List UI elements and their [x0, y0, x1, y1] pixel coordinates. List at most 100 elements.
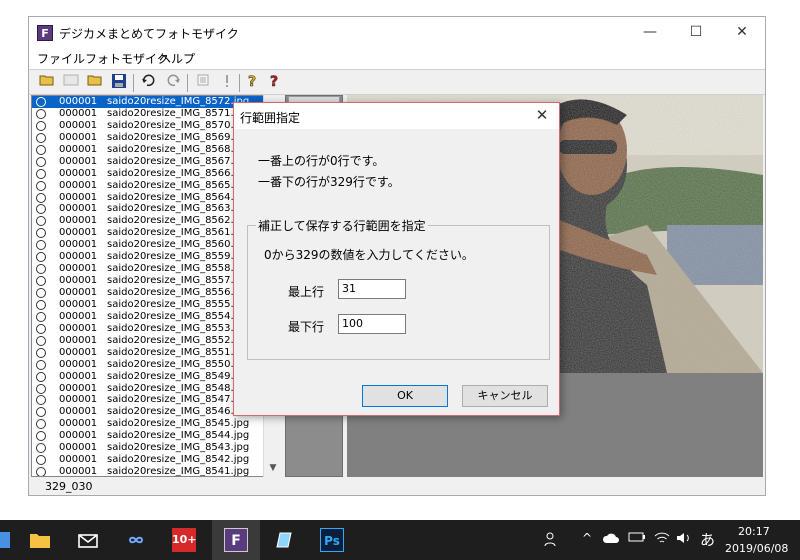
- exclamation-icon[interactable]: [217, 73, 237, 93]
- radio-icon[interactable]: [36, 168, 46, 179]
- radio-icon[interactable]: [36, 443, 46, 454]
- radio-icon[interactable]: [36, 252, 46, 263]
- menu-photomosaic[interactable]: フォトモザイク: [85, 50, 169, 67]
- radio-icon[interactable]: [36, 204, 46, 215]
- ime-indicator[interactable]: あ: [700, 529, 715, 550]
- file-explorer-icon[interactable]: [16, 520, 64, 560]
- toolbar-separator: [239, 74, 240, 92]
- maximize-button[interactable]: ☐: [673, 17, 719, 47]
- file-name: saido20resize_IMG_8547.jpg: [107, 394, 250, 406]
- menu-help[interactable]: ヘルプ: [159, 50, 195, 67]
- radio-icon[interactable]: [36, 276, 46, 287]
- radio-icon[interactable]: [36, 108, 46, 119]
- file-number: 000001: [59, 466, 98, 477]
- radio-icon[interactable]: [36, 419, 46, 430]
- wifi-icon[interactable]: [654, 531, 670, 548]
- file-number: 000001: [59, 275, 98, 287]
- open-folder-icon[interactable]: [37, 73, 57, 93]
- cloud-icon[interactable]: [602, 531, 620, 548]
- file-name: saido20resize_IMG_8557.jpg: [107, 275, 250, 287]
- radio-icon[interactable]: [36, 144, 46, 155]
- status-text: 329_030: [45, 480, 93, 493]
- people-icon[interactable]: [544, 531, 560, 550]
- radio-icon[interactable]: [36, 156, 46, 167]
- radio-icon[interactable]: [36, 395, 46, 406]
- redo-icon[interactable]: [163, 73, 183, 93]
- minimize-button[interactable]: —: [627, 17, 673, 47]
- save-icon[interactable]: [109, 73, 129, 93]
- help-icon[interactable]: ?: [243, 73, 263, 93]
- file-list-item[interactable]: 000001 saido20resize_IMG_8544.jpg: [32, 430, 280, 442]
- tablet-app-icon[interactable]: [260, 520, 308, 560]
- radio-icon[interactable]: [36, 132, 46, 143]
- mail-icon[interactable]: [64, 520, 112, 560]
- top-row-input[interactable]: 31: [338, 279, 406, 299]
- photomosaic-app-icon[interactable]: F: [212, 520, 260, 560]
- menu-file[interactable]: ファイル: [37, 50, 85, 67]
- bottom-row-input[interactable]: 100: [338, 314, 406, 334]
- dialog-close-icon[interactable]: ✕: [533, 106, 551, 124]
- infinity-icon[interactable]: [112, 520, 160, 560]
- file-list-item[interactable]: 000001 saido20resize_IMG_8541.jpg: [32, 466, 280, 477]
- file-number: 000001: [59, 358, 98, 370]
- radio-icon[interactable]: [36, 467, 46, 476]
- radio-icon[interactable]: [36, 359, 46, 370]
- dialog-title-bar[interactable]: 行範囲指定 ✕: [234, 103, 559, 129]
- volume-icon[interactable]: [676, 531, 692, 548]
- file-name: saido20resize_IMG_8545.jpg: [107, 418, 250, 430]
- radio-icon[interactable]: [36, 180, 46, 191]
- file-list-item[interactable]: 000001 saido20resize_IMG_8543.jpg: [32, 442, 280, 454]
- scroll-down-icon[interactable]: ▼: [264, 459, 282, 477]
- file-number: 000001: [59, 310, 98, 322]
- file-name: saido20resize_IMG_8544.jpg: [107, 430, 250, 442]
- radio-icon[interactable]: [36, 335, 46, 346]
- radio-icon[interactable]: [36, 120, 46, 131]
- toolbar-separator: [133, 74, 134, 92]
- radio-icon[interactable]: [36, 299, 46, 310]
- radio-icon[interactable]: [36, 347, 46, 358]
- file-name: saido20resize_IMG_8550.jpg: [107, 358, 250, 370]
- file-list-item[interactable]: 000001 saido20resize_IMG_8542.jpg: [32, 454, 280, 466]
- file-number: 000001: [59, 251, 98, 263]
- list-icon[interactable]: [193, 73, 213, 93]
- file-name: saido20resize_IMG_8549.jpg: [107, 370, 250, 382]
- file-name: saido20resize_IMG_8565.jpg: [107, 179, 250, 191]
- radio-icon[interactable]: [36, 371, 46, 382]
- file-number: 000001: [59, 298, 98, 310]
- radio-icon[interactable]: [36, 228, 46, 239]
- radio-icon[interactable]: [36, 288, 46, 298]
- radio-icon[interactable]: [36, 216, 46, 227]
- dialog-title: 行範囲指定: [240, 111, 301, 125]
- image-icon[interactable]: [61, 73, 81, 93]
- radio-icon[interactable]: [36, 383, 46, 394]
- radio-icon[interactable]: [36, 264, 46, 275]
- app-letter-icon: F: [224, 528, 248, 552]
- radio-icon[interactable]: [36, 240, 46, 251]
- radio-icon[interactable]: [36, 192, 46, 203]
- title-bar[interactable]: F デジカメまとめてフォトモザイク — ☐ ✕: [29, 17, 765, 47]
- calendar-app-icon[interactable]: 10+: [160, 520, 208, 560]
- chevron-up-icon[interactable]: ^: [582, 531, 592, 545]
- radio-icon[interactable]: [36, 455, 46, 466]
- cancel-button[interactable]: キャンセル: [462, 385, 548, 407]
- photoshop-icon[interactable]: Ps: [308, 520, 356, 560]
- radio-icon[interactable]: [36, 97, 46, 107]
- close-button[interactable]: ✕: [719, 17, 765, 47]
- radio-icon[interactable]: [36, 431, 46, 442]
- file-number: 000001: [59, 96, 98, 107]
- file-list-item[interactable]: 000001 saido20resize_IMG_8545.jpg: [32, 418, 280, 430]
- file-name: saido20resize_IMG_8561.jpg: [107, 227, 250, 239]
- file-name: saido20resize_IMG_8558.jpg: [107, 263, 250, 275]
- toolbar: ? ?: [29, 69, 765, 95]
- instruction-text: 0から329の数値を入力してください。: [264, 248, 474, 262]
- radio-icon[interactable]: [36, 407, 46, 418]
- ok-button[interactable]: OK: [362, 385, 448, 407]
- battery-icon[interactable]: [628, 531, 646, 546]
- clock-date[interactable]: 2019/06/08: [725, 542, 788, 555]
- context-help-icon[interactable]: ?: [265, 73, 285, 93]
- radio-icon[interactable]: [36, 323, 46, 334]
- folder-icon[interactable]: [85, 73, 105, 93]
- clock-time[interactable]: 20:17: [738, 525, 770, 538]
- radio-icon[interactable]: [36, 311, 46, 322]
- undo-icon[interactable]: [139, 73, 159, 93]
